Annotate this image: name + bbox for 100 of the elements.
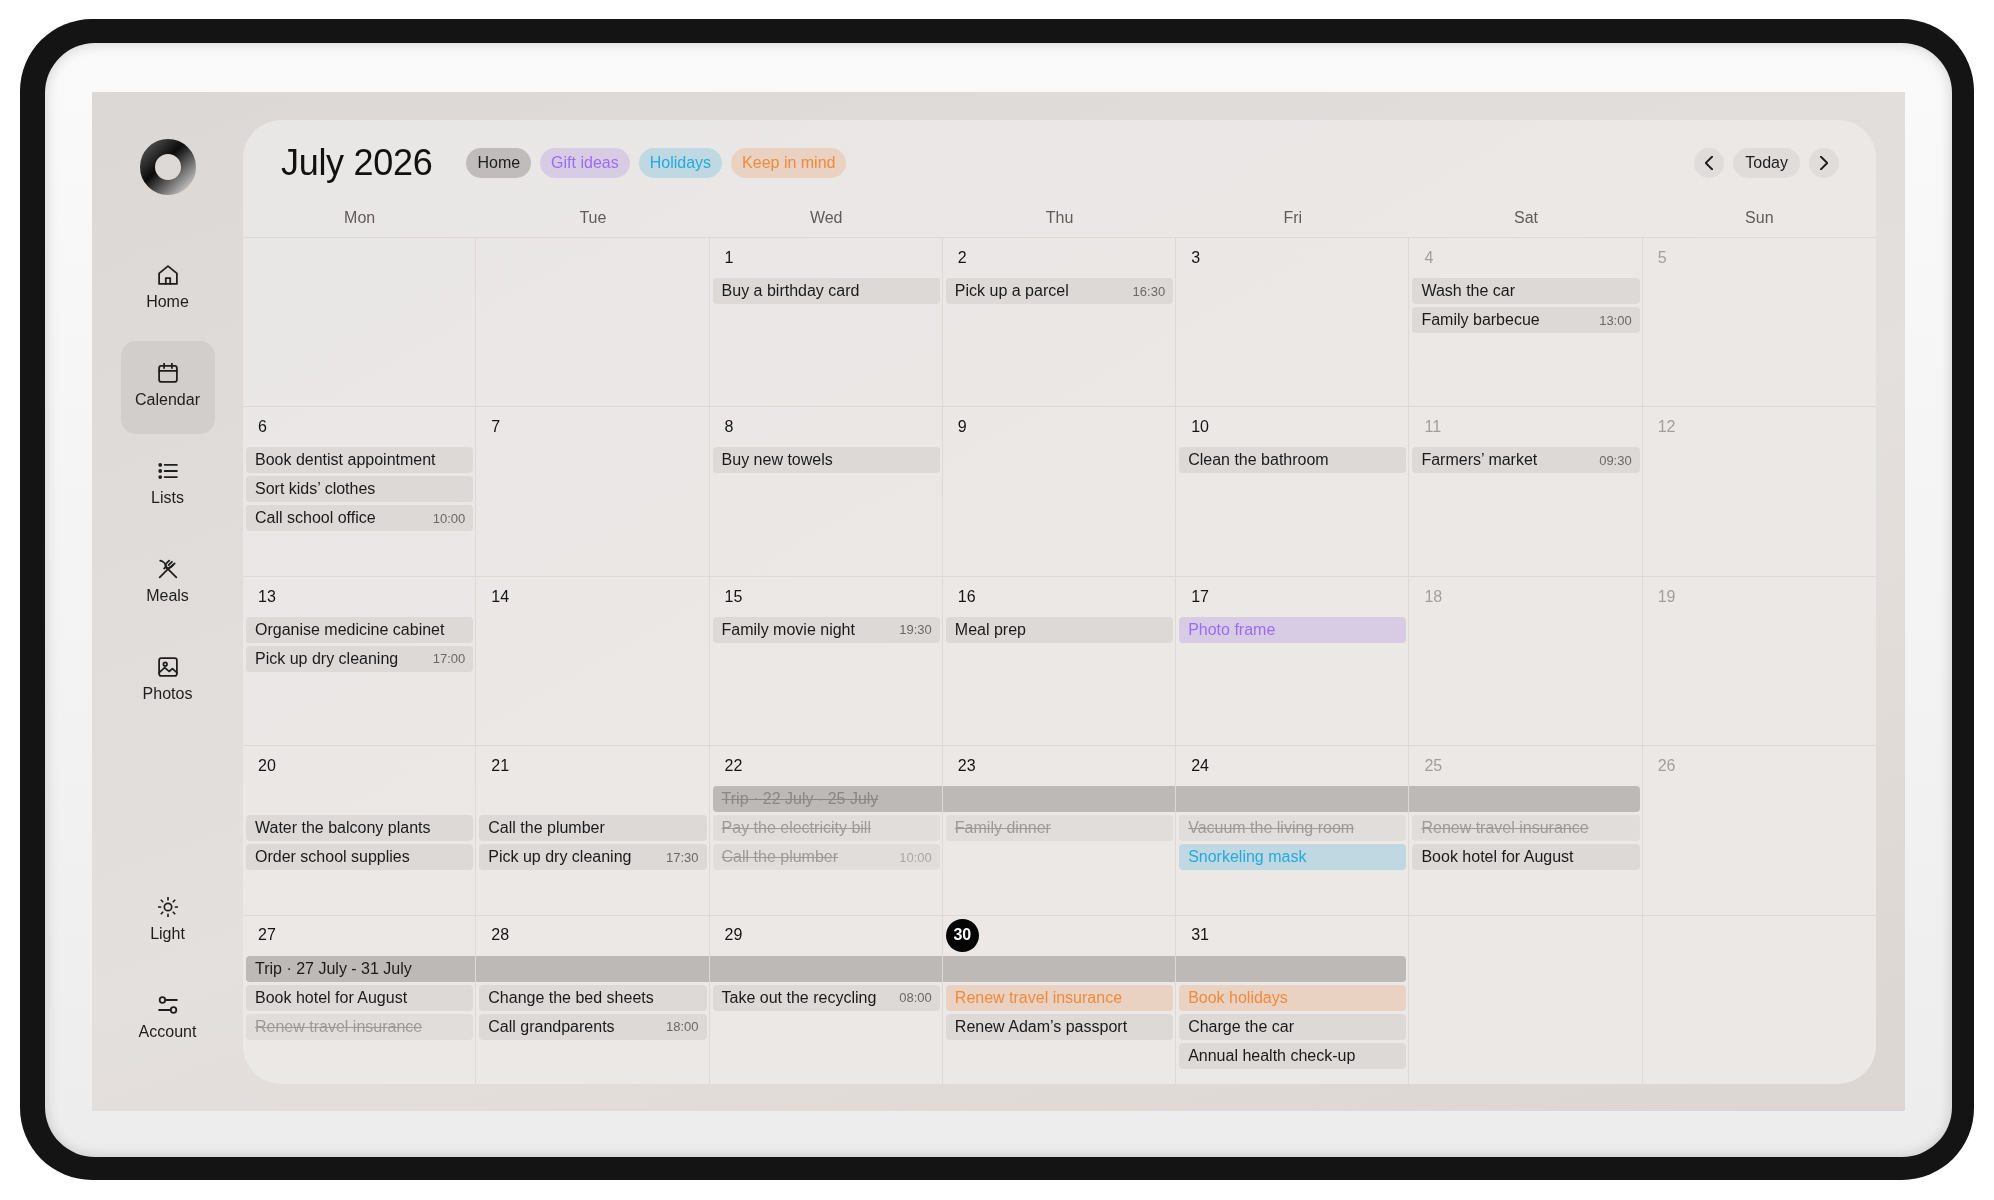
event-title: Take out the recycling <box>721 988 877 1007</box>
calendar-event[interactable]: Water the balcony plants <box>246 815 474 842</box>
day-number: 27 <box>258 926 276 945</box>
event-time: 09:30 <box>1599 452 1632 468</box>
event-title: Meal prep <box>954 620 1026 639</box>
day-number: 9 <box>957 418 967 437</box>
day-number: 13 <box>258 587 276 606</box>
today-button[interactable]: Today <box>1733 148 1800 178</box>
calendar-event[interactable]: Change the bed sheets <box>479 984 707 1011</box>
month-title: July 2026 <box>281 142 433 184</box>
weekday-label: Mon <box>344 209 376 227</box>
event-title: Farmers’ market <box>1421 451 1538 470</box>
event-title: Family dinner <box>954 819 1051 838</box>
calendar-event[interactable]: Book hotel for August <box>1412 844 1640 871</box>
calendar-event[interactable]: Take out the recycling 08:00 <box>712 984 940 1011</box>
event-title: Call the plumber <box>488 819 605 838</box>
event-title: Pick up dry cleaning <box>255 649 399 668</box>
day-number: 18 <box>1424 587 1443 606</box>
event-title: Book dentist appointment <box>255 451 436 470</box>
event-title: Call school office <box>255 509 376 528</box>
event-time: 13:00 <box>1599 312 1632 328</box>
event-title: Charge the car <box>1188 1017 1294 1036</box>
day-number: 8 <box>724 418 734 437</box>
event-title: Renew travel insurance <box>954 988 1123 1007</box>
event-title: Photo frame <box>1188 620 1276 639</box>
day-number: 31 <box>1191 926 1209 945</box>
calendar-event[interactable]: Pick up dry cleaning 17:00 <box>246 645 474 672</box>
calendar-event[interactable]: Meal prep <box>945 616 1174 643</box>
day-number: 20 <box>258 757 276 776</box>
calendar-event[interactable]: Book dentist appointment <box>246 447 474 474</box>
calendar-event[interactable]: Family movie night 19:30 <box>712 616 940 643</box>
day-number: 5 <box>1657 248 1667 268</box>
fork-knife-icon <box>157 559 178 579</box>
calendar-event[interactable]: Charge the car <box>1179 1013 1407 1040</box>
event-title: Sort kids’ clothes <box>255 480 376 499</box>
trip-bar[interactable]: Trip · 27 July - 31 July <box>246 955 476 982</box>
day-number: 17 <box>1191 587 1209 606</box>
weekday-label: Fri <box>1283 209 1303 227</box>
event-title: Clean the bathroom <box>1188 451 1329 470</box>
calendar-event[interactable]: Annual health check-up <box>1179 1042 1407 1069</box>
day-number: 15 <box>724 587 743 606</box>
calendar-event[interactable]: Buy new towels <box>712 447 940 474</box>
day-number: 1 <box>724 248 734 268</box>
event-time: 18:00 <box>666 1019 699 1035</box>
day-number: 21 <box>491 757 510 776</box>
weekday-label: Wed <box>809 209 843 227</box>
event-title: Call grandparents <box>488 1017 615 1036</box>
calendar-event[interactable]: Wash the car <box>1412 278 1640 304</box>
calendar-event[interactable]: Call school office 10:00 <box>246 505 474 532</box>
calendar-event[interactable]: Call grandparents 18:00 <box>479 1013 707 1040</box>
sidebar-item[interactable]: Light <box>120 875 215 968</box>
calendar-event[interactable]: Organise medicine cabinet <box>246 616 474 643</box>
calendar-event[interactable]: Sort kids’ clothes <box>246 476 474 503</box>
event-title: Renew travel insurance <box>1421 819 1589 838</box>
day-number: 6 <box>258 418 267 437</box>
sidebar-item[interactable]: Home <box>120 243 215 336</box>
home-icon <box>157 265 178 285</box>
day-number: 19 <box>1657 587 1676 606</box>
sidebar-item[interactable]: Account <box>120 973 215 1066</box>
event-title: Book hotel for August <box>1421 848 1574 867</box>
calendar-event[interactable]: Renew Adam’s passport <box>945 1013 1174 1040</box>
calendar-event[interactable]: Book hotel for August <box>246 984 474 1011</box>
day-number: 28 <box>491 926 510 945</box>
event-title: Renew travel insurance <box>255 1017 423 1036</box>
day-number: 14 <box>491 587 510 606</box>
day-number: 24 <box>1191 757 1209 776</box>
calendar-event[interactable]: Farmers’ market 09:30 <box>1412 447 1640 474</box>
weekday-label: Sun <box>1745 209 1774 227</box>
category-filter[interactable]: Home <box>466 148 532 178</box>
calendar-event[interactable]: Pick up a parcel 16:30 <box>945 278 1174 304</box>
event-title: Pay the electricity bill <box>721 819 871 838</box>
day-number: 30 <box>945 919 979 953</box>
calendar-event[interactable]: Pick up dry cleaning 17:30 <box>479 844 707 871</box>
event-time: 10:00 <box>432 510 466 526</box>
next-month-button[interactable] <box>1809 148 1839 178</box>
event-title: Book hotel for August <box>255 988 408 1007</box>
sliders-icon <box>157 995 178 1015</box>
sidebar-item[interactable]: Calendar <box>120 341 215 434</box>
weekday-label: Tue <box>579 209 607 227</box>
calendar-event[interactable]: Buy a birthday card <box>712 278 940 304</box>
sidebar-item[interactable]: Lists <box>120 439 215 532</box>
event-time: 17:00 <box>432 651 466 667</box>
day-number: 11 <box>1424 418 1442 437</box>
event-title: Vacuum the living room <box>1188 819 1355 838</box>
day-number: 25 <box>1424 757 1443 776</box>
previous-month-button[interactable] <box>1694 148 1725 178</box>
day-number: 26 <box>1657 757 1676 776</box>
chevron-right-icon <box>1820 156 1828 170</box>
day-number: 16 <box>957 587 976 606</box>
calendar-event[interactable]: Order school supplies <box>246 844 474 871</box>
calendar-event[interactable]: Clean the bathroom <box>1179 447 1407 474</box>
weekday-label: Sat <box>1514 209 1539 227</box>
event-title: Family movie night <box>721 620 855 639</box>
event-title: Buy new towels <box>721 451 833 470</box>
day-number: 4 <box>1424 248 1434 268</box>
sidebar-item[interactable]: Photos <box>120 635 215 728</box>
calendar-event[interactable]: Call the plumber <box>479 815 707 842</box>
calendar-event[interactable]: Family barbecue 13:00 <box>1412 307 1640 333</box>
event-title: Order school supplies <box>255 848 410 867</box>
sidebar-item[interactable]: Meals <box>120 537 215 630</box>
